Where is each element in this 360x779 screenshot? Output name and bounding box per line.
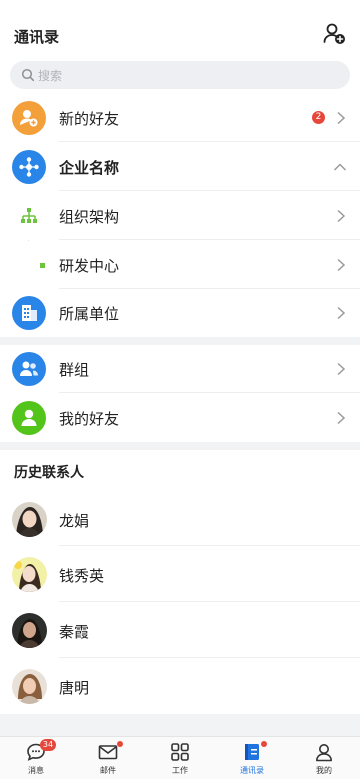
divider [59, 141, 360, 142]
history-section-title: 历史联系人 [14, 465, 84, 481]
chevron-right-icon [337, 306, 346, 320]
tab-messages[interactable]: 34 消息 [0, 737, 72, 779]
new-friends-item[interactable]: 新的好友 2 [0, 94, 360, 142]
contact-name: 秦霞 [59, 623, 90, 641]
person-icon [12, 401, 46, 435]
tab-contacts[interactable]: 通讯录 [216, 737, 288, 779]
add-contact-icon[interactable] [322, 22, 346, 46]
app-header: 通讯录 [0, 0, 360, 58]
contact-item[interactable]: 龙娟 [0, 494, 360, 546]
section-gap [0, 337, 360, 345]
divider [59, 190, 360, 191]
divider [59, 657, 360, 658]
tab-work[interactable]: 工作 [144, 737, 216, 779]
divider [59, 601, 360, 602]
affiliated-unit-item[interactable]: 所属单位 [0, 289, 360, 337]
divider [59, 392, 360, 393]
chevron-right-icon [337, 411, 346, 425]
mail-dot [117, 741, 123, 747]
group-icon [12, 352, 46, 386]
chevron-right-icon [337, 258, 346, 272]
contact-name: 钱秀英 [59, 567, 105, 585]
mail-icon [98, 745, 118, 760]
org-structure-label: 组织架构 [59, 208, 120, 226]
chevron-right-icon [337, 362, 346, 376]
tab-mail[interactable]: 邮件 [72, 737, 144, 779]
search-input[interactable]: 搜索 [10, 61, 350, 89]
grid-icon [171, 743, 189, 761]
avatar [12, 613, 47, 648]
org-structure-item[interactable]: 组织架构 [0, 192, 360, 240]
contact-name: 龙娟 [59, 512, 90, 530]
profile-icon [316, 744, 332, 762]
chevron-right-icon [337, 111, 346, 125]
section-gap [0, 442, 360, 450]
user-add-icon [12, 101, 46, 135]
chevron-up-icon[interactable] [333, 162, 347, 172]
bottom-tab-bar: 34 消息 邮件 工作 通讯录 我的 [0, 736, 360, 779]
messages-badge: 34 [40, 739, 56, 751]
new-friends-badge: 2 [312, 111, 325, 124]
divider [59, 239, 360, 240]
page-title: 通讯录 [14, 28, 60, 46]
search-placeholder: 搜索 [38, 69, 63, 83]
contact-name: 唐明 [59, 679, 90, 697]
groups-item[interactable]: 群组 [0, 345, 360, 393]
rd-center-item[interactable]: 研发中心 [0, 241, 360, 289]
tab-profile[interactable]: 我的 [288, 737, 360, 779]
tab-contacts-label: 通讯录 [240, 766, 264, 775]
org-tree-icon [21, 208, 37, 223]
company-item[interactable]: 企业名称 [0, 143, 360, 191]
avatar [12, 502, 47, 537]
tab-profile-label: 我的 [316, 766, 332, 775]
bottom-gap [0, 714, 360, 736]
tree-node-dot [40, 263, 45, 268]
contacts-dot [261, 741, 267, 747]
my-friends-label: 我的好友 [59, 410, 120, 428]
building-icon [12, 296, 46, 330]
contact-item[interactable]: 秦霞 [0, 604, 360, 658]
new-friends-label: 新的好友 [59, 110, 120, 128]
avatar [12, 669, 47, 704]
groups-label: 群组 [59, 361, 90, 379]
tab-work-label: 工作 [172, 766, 188, 775]
divider [59, 545, 360, 546]
tab-messages-label: 消息 [28, 766, 44, 775]
chevron-right-icon [337, 209, 346, 223]
tab-mail-label: 邮件 [100, 766, 116, 775]
affiliated-unit-label: 所属单位 [59, 305, 120, 323]
search-icon [21, 68, 35, 82]
contact-item[interactable]: 钱秀英 [0, 548, 360, 602]
company-label: 企业名称 [59, 159, 120, 177]
contact-item[interactable]: 唐明 [0, 660, 360, 714]
network-icon [12, 150, 46, 184]
rd-center-label: 研发中心 [59, 257, 120, 275]
avatar [12, 557, 47, 592]
my-friends-item[interactable]: 我的好友 [0, 394, 360, 442]
contacts-book-icon [245, 744, 259, 760]
